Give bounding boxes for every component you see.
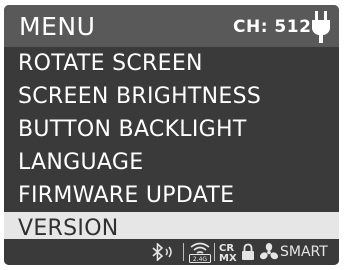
crmx-icon: CR MX <box>219 243 237 263</box>
lock-icon <box>242 243 254 260</box>
fan-icon <box>259 243 279 260</box>
wifi-icon: 2.4G <box>189 242 211 263</box>
page-title: MENU <box>19 12 96 41</box>
bluetooth-icon <box>152 243 172 261</box>
wifi-band-label: 2.4G <box>193 256 208 263</box>
divider <box>183 243 184 261</box>
mode-label: SMART <box>280 244 328 260</box>
menu-item-rotate-screen[interactable]: ROTATE SCREEN <box>4 47 339 80</box>
plug-icon <box>312 11 330 43</box>
menu-item-button-backlight[interactable]: BUTTON BACKLIGHT <box>4 113 339 146</box>
status-bar: 2.4G CR MX SMART <box>4 239 339 265</box>
header-bar: MENU CH: 512 <box>4 5 339 47</box>
menu-list: ROTATE SCREEN SCREEN BRIGHTNESS BUTTON B… <box>4 47 339 245</box>
device-screen: MENU CH: 512 ROTATE SCREEN SCREEN BRIGHT… <box>4 5 339 265</box>
divider <box>214 243 215 261</box>
menu-item-firmware-update[interactable]: FIRMWARE UPDATE <box>4 179 339 212</box>
crmx-label-bottom: MX <box>219 253 237 263</box>
channel-indicator: CH: 512 <box>233 17 312 37</box>
menu-item-language[interactable]: LANGUAGE <box>4 146 339 179</box>
menu-item-screen-brightness[interactable]: SCREEN BRIGHTNESS <box>4 80 339 113</box>
